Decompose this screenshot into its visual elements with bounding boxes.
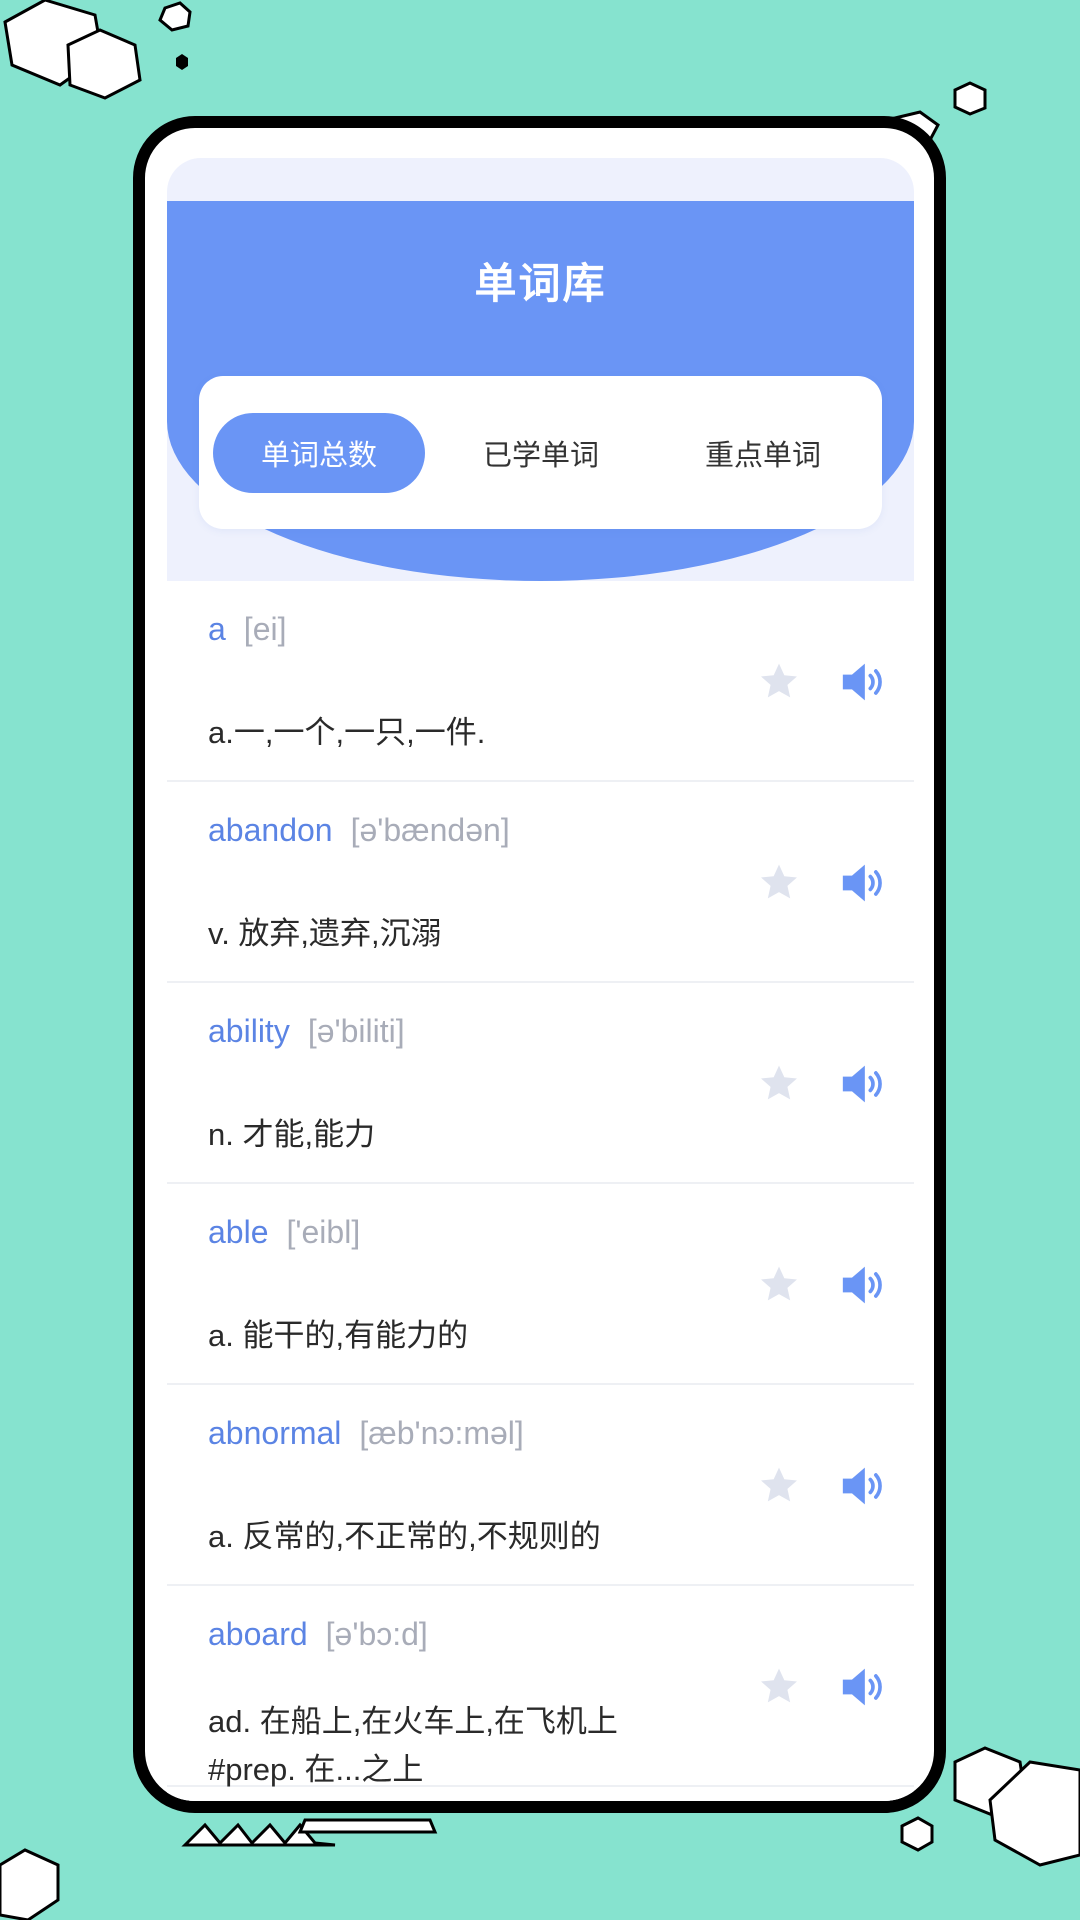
word-meaning: a.一,一个,一只,一件. (208, 715, 486, 750)
hexagon-decoration (900, 1816, 934, 1852)
word-item[interactable]: abandon [ə'bændən] v. 放弃,遗弃,沉溺 (167, 782, 914, 983)
star-icon[interactable] (757, 1263, 801, 1307)
word-meaning: a. 能干的,有能力的 (208, 1318, 469, 1353)
word-heading: able ['eibl] (208, 1214, 360, 1251)
phonetic-text: [ei] (243, 611, 287, 647)
word-item[interactable]: aboard [ə'bɔ:d] ad. 在船上,在火车上,在飞机上 #prep. … (167, 1586, 914, 1787)
hexagon-decoration (176, 54, 188, 70)
word-heading: abandon [ə'bændən] (208, 812, 510, 849)
word-text: aboard (208, 1616, 308, 1652)
word-meaning: a. 反常的,不正常的,不规则的 (208, 1519, 601, 1554)
speaker-icon[interactable] (839, 660, 887, 704)
word-meaning: n. 才能,能力 (208, 1117, 376, 1152)
tab-key-words[interactable]: 重点单词 (657, 413, 869, 493)
word-text: ability (208, 1013, 290, 1049)
word-text: abnormal (208, 1415, 342, 1451)
word-text: able (208, 1214, 269, 1250)
word-text: abandon (208, 812, 333, 848)
word-heading: a [ei] (208, 611, 286, 648)
hexagon-decoration (158, 1, 192, 32)
word-meaning: ad. 在船上,在火车上,在飞机上 #prep. 在...之上 (208, 1704, 618, 1787)
word-heading: ability [ə'biliti] (208, 1013, 405, 1050)
tab-total-words[interactable]: 单词总数 (213, 413, 425, 493)
strip-decoration (297, 1818, 438, 1834)
hexagon-decoration (953, 81, 987, 116)
word-list: a [ei] a.一,一个,一只,一件. abandon [ə'bændən] v.… (167, 581, 914, 1801)
word-item[interactable]: a [ei] a.一,一个,一只,一件. (167, 581, 914, 782)
word-item[interactable]: ability [ə'biliti] n. 才能,能力 (167, 983, 914, 1184)
speaker-icon[interactable] (839, 1263, 887, 1307)
word-item[interactable]: abnormal [æb'nɔ:məl] a. 反常的,不正常的,不规则的 (167, 1385, 914, 1586)
word-heading: aboard [ə'bɔ:d] (208, 1616, 428, 1653)
phonetic-text: [ə'bændən] (350, 812, 510, 848)
star-icon[interactable] (757, 1062, 801, 1106)
word-item[interactable]: able ['eibl] a. 能干的,有能力的 (167, 1184, 914, 1385)
speaker-icon[interactable] (839, 1464, 887, 1508)
phonetic-text: ['eibl] (286, 1214, 361, 1250)
speaker-icon[interactable] (839, 1062, 887, 1106)
hexagon-decoration (66, 28, 142, 100)
phone-frame: 单词库 单词总数 已学单词 重点单词 a [ei] a.一,一个,一只,一件. a… (133, 116, 946, 1813)
app-screen: 单词库 单词总数 已学单词 重点单词 a [ei] a.一,一个,一只,一件. a… (167, 158, 914, 1801)
word-text: a (208, 611, 226, 647)
star-icon[interactable] (757, 861, 801, 905)
star-icon[interactable] (757, 1665, 801, 1709)
phonetic-text: [ə'biliti] (307, 1013, 405, 1049)
page-title: 单词库 (474, 260, 607, 307)
word-meaning: v. 放弃,遗弃,沉溺 (208, 916, 442, 951)
word-heading: abnormal [æb'nɔ:məl] (208, 1415, 524, 1452)
star-icon[interactable] (757, 660, 801, 704)
tab-learned-words[interactable]: 已学单词 (435, 413, 647, 493)
phonetic-text: [æb'nɔ:məl] (359, 1415, 524, 1451)
tab-bar: 单词总数 已学单词 重点单词 (199, 376, 882, 529)
hexagon-decoration (0, 1848, 60, 1920)
phonetic-text: [ə'bɔ:d] (325, 1616, 428, 1652)
speaker-icon[interactable] (839, 1665, 887, 1709)
star-icon[interactable] (757, 1464, 801, 1508)
speaker-icon[interactable] (839, 861, 887, 905)
